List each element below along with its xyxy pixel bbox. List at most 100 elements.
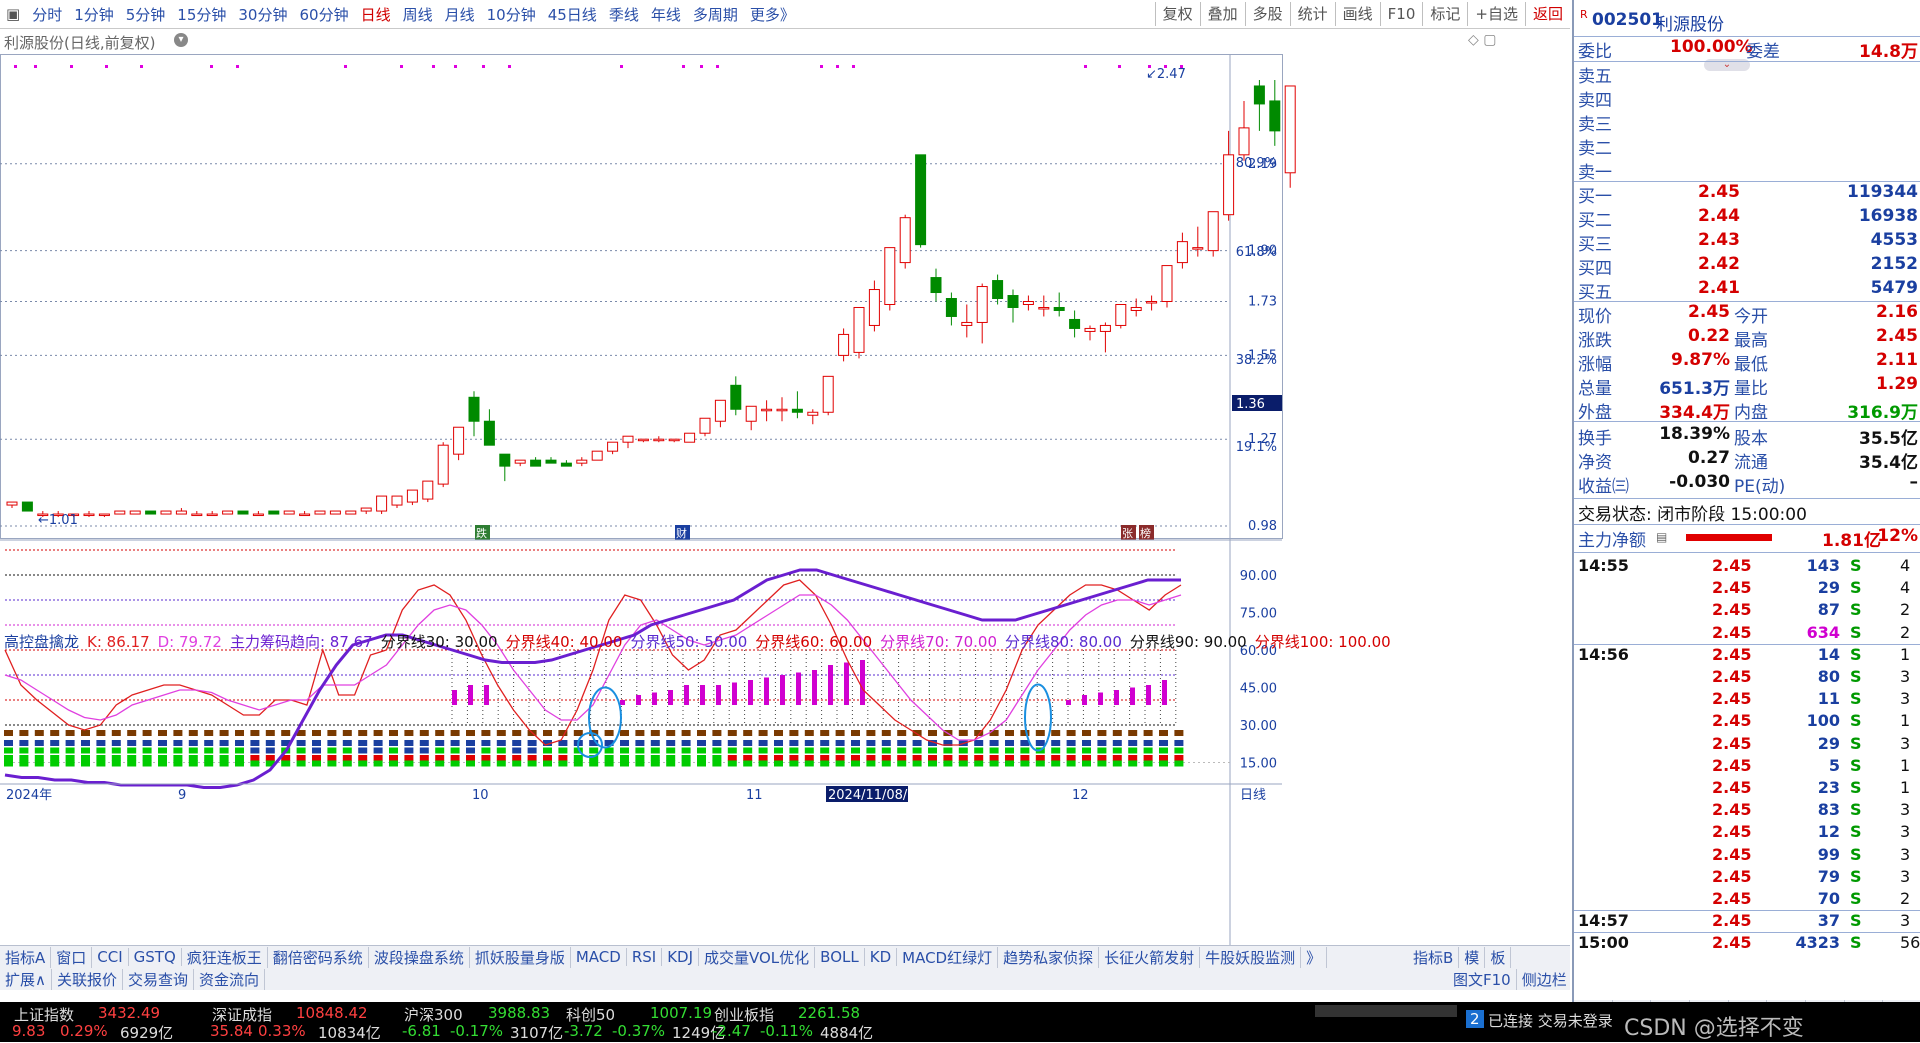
signal-square	[743, 755, 753, 761]
tab-row1-18[interactable]: 》	[1301, 946, 1328, 968]
period-tab-5[interactable]: 60分钟	[293, 4, 354, 25]
stat-label: 涨幅	[1578, 355, 1612, 375]
tab-row2_right-0[interactable]: 图文F10	[1448, 968, 1517, 990]
candle-body	[884, 247, 896, 305]
candle	[175, 508, 187, 515]
period-tab-4[interactable]: 30分钟	[232, 4, 293, 25]
tab-row1-13[interactable]: KD	[865, 948, 898, 966]
period-tab-1[interactable]: 1分钟	[68, 4, 120, 25]
tab-row2-2[interactable]: 交易查询	[123, 968, 195, 990]
signal-square	[496, 760, 506, 767]
toolbar-button-1[interactable]: 叠加	[1199, 2, 1245, 26]
signal-square	[573, 760, 583, 767]
signal-square	[1066, 747, 1076, 754]
toolbar-button-3[interactable]: 统计	[1289, 2, 1335, 26]
signal-square	[1143, 740, 1153, 746]
index-pct: -0.11%	[760, 1022, 814, 1040]
candle-body	[560, 462, 572, 467]
signal-square	[1174, 730, 1184, 736]
tab-row1-14[interactable]: MACD红绿灯	[897, 946, 999, 968]
histogram-bar	[484, 685, 489, 705]
connection-status[interactable]: 已连接 交易未登录	[1488, 1010, 1613, 1031]
sidebar-toggle-icon[interactable]: ▣	[0, 5, 26, 23]
tab-row2-0[interactable]: 扩展∧	[0, 968, 52, 990]
tab-row2-3[interactable]: 资金流向	[194, 968, 266, 990]
signal-square	[758, 755, 768, 761]
period-tab-8[interactable]: 月线	[439, 4, 481, 25]
period-tab-7[interactable]: 周线	[397, 4, 439, 25]
signal-square	[989, 730, 999, 736]
buy-label: 买五	[1578, 283, 1612, 303]
period-tab-11[interactable]: 季线	[603, 4, 645, 25]
chevron-down-icon[interactable]: ▾	[174, 33, 188, 47]
tick-price: 2.45	[1712, 600, 1752, 620]
tab-row1-12[interactable]: BOLL	[815, 948, 865, 966]
candle-body	[637, 438, 649, 442]
tab-row1-3[interactable]: GSTQ	[129, 948, 182, 966]
tab-row1-6[interactable]: 波段操盘系统	[369, 946, 470, 968]
tab-row1-1[interactable]: 窗口	[51, 946, 93, 968]
stat2-value: -0.030	[1669, 472, 1730, 492]
candle	[776, 397, 788, 422]
period-tab-9[interactable]: 10分钟	[481, 4, 542, 25]
tab-row1-11[interactable]: 成交量VOL优化	[699, 946, 816, 968]
candle-body	[376, 495, 388, 512]
diamond-icon[interactable]: ◇ ▢	[1468, 32, 1496, 48]
buy-row: 买四 2.42 2152	[1574, 254, 1920, 279]
period-tab-13[interactable]: 多周期	[687, 4, 744, 25]
indicator-tick-label: 90.00	[1240, 569, 1277, 584]
period-tab-10[interactable]: 45日线	[542, 4, 603, 25]
tab-row1_right-0[interactable]: 指标B	[1408, 946, 1460, 968]
signal-square	[1082, 755, 1091, 761]
tab-row2_right-1[interactable]: 侧边栏	[1517, 968, 1573, 990]
period-tab-0[interactable]: 分时	[26, 4, 68, 25]
tab-row1-15[interactable]: 趋势私家侦探	[998, 946, 1100, 968]
main-net-label: 主力净额	[1578, 531, 1646, 551]
tick-count: 1	[1900, 755, 1911, 775]
candle-body	[530, 459, 542, 467]
period-tab-2[interactable]: 5分钟	[120, 4, 172, 25]
toolbar-button-2[interactable]: 多股	[1244, 2, 1290, 26]
tab-row1-9[interactable]: RSI	[627, 948, 663, 966]
toolbar-button-5[interactable]: F10	[1379, 2, 1423, 26]
tick-price: 2.45	[1712, 778, 1752, 797]
signal-square	[958, 730, 968, 736]
weicha-label: 委差	[1746, 42, 1780, 62]
toolbar-button-6[interactable]: 标记	[1422, 2, 1467, 26]
chart-area[interactable]: ←1.01↙2.472.191.901.731.551.270.9880.9%6…	[0, 29, 1570, 995]
period-tab-14[interactable]: 更多》	[744, 4, 801, 25]
signal-square	[851, 730, 860, 736]
period-tab-6[interactable]: 日线	[355, 4, 397, 25]
signal-square	[820, 730, 830, 736]
tab-row1-8[interactable]: MACD	[571, 948, 627, 966]
tab-row2-1[interactable]: 关联报价	[52, 968, 123, 990]
period-tab-12[interactable]: 年线	[645, 4, 687, 25]
signal-square	[342, 760, 352, 767]
tab-row1_right-1[interactable]: 模	[1459, 946, 1486, 968]
signal-square	[327, 755, 337, 761]
tab-row1-7[interactable]: 抓妖股量身版	[470, 946, 571, 968]
signal-square	[34, 740, 44, 746]
stat-value: 2.16	[1876, 302, 1918, 322]
date-label: 2024年	[6, 788, 52, 803]
candle	[468, 391, 480, 437]
toolbar-button-4[interactable]: 画线	[1334, 2, 1380, 26]
stat-label: 今开	[1734, 307, 1768, 327]
tab-row1-16[interactable]: 长征火箭发射	[1099, 946, 1201, 968]
tab-row1_right-2[interactable]: 板	[1485, 946, 1512, 968]
period-tab-3[interactable]: 15分钟	[171, 4, 232, 25]
toolbar-button-7[interactable]: +自选	[1467, 2, 1525, 26]
toolbar-button-0[interactable]: 复权	[1154, 2, 1200, 26]
tab-row1-2[interactable]: CCI	[92, 948, 129, 966]
tab-row1-0[interactable]: 指标A	[0, 946, 52, 968]
list-icon[interactable]: ▤	[1656, 530, 1667, 544]
tab-row1-4[interactable]: 疯狂连板王	[182, 946, 268, 968]
indicator-tabs: 指标A 窗口 CCI GSTQ 疯狂连板王 翻倍密码系统 波段操盘系统 抓妖股量身版 MACD R…	[0, 945, 1573, 990]
tab-row1-10[interactable]: KDJ	[662, 948, 699, 966]
signal-square	[558, 747, 568, 754]
tab-row1-17[interactable]: 牛股妖股监测	[1200, 946, 1302, 968]
signal-square	[1112, 730, 1122, 736]
signal-square	[727, 760, 737, 767]
toolbar-button-8[interactable]: 返回	[1524, 2, 1570, 26]
tab-row1-5[interactable]: 翻倍密码系统	[268, 946, 369, 968]
